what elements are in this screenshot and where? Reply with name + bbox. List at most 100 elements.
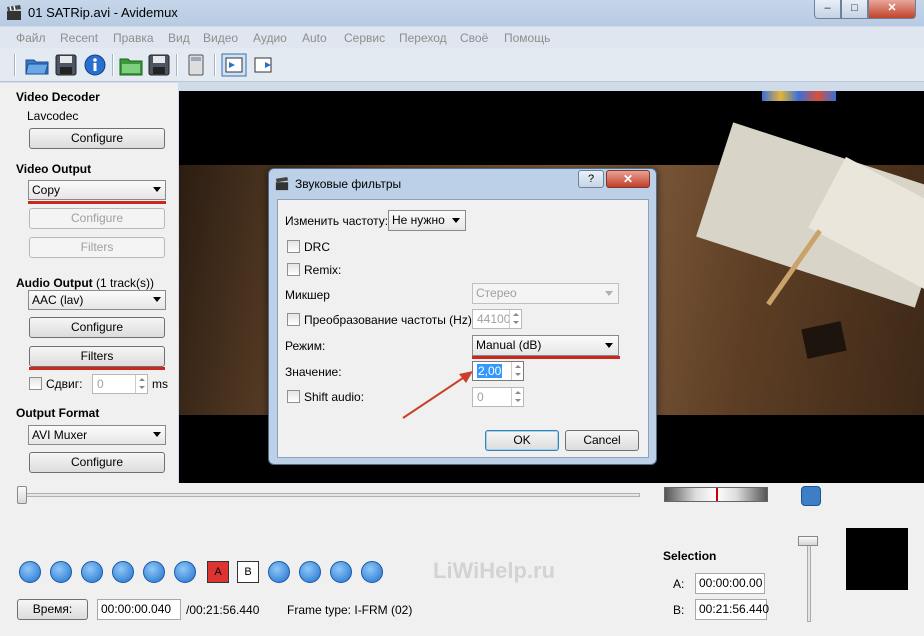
spin-down-icon[interactable] — [509, 319, 521, 328]
previous-frame-button[interactable] — [81, 561, 103, 583]
decoder-name: Lavcodec — [27, 109, 79, 123]
freq-conv-checkbox[interactable] — [287, 313, 300, 326]
time-button[interactable]: Время: — [17, 599, 88, 620]
resample-label: Изменить частоту: — [285, 214, 389, 228]
mixer-value: Стерео — [476, 286, 517, 300]
menu-go[interactable]: Переход — [399, 31, 447, 45]
save-icon[interactable] — [53, 53, 79, 77]
dialog-help-button[interactable]: ? — [578, 170, 604, 188]
menu-recent[interactable]: Recent — [60, 31, 98, 45]
volume-slider-track[interactable] — [807, 540, 811, 622]
video-configure-button[interactable]: Configure — [29, 208, 165, 229]
play-button[interactable] — [19, 561, 41, 583]
set-marker-b-button[interactable]: B — [237, 561, 259, 583]
menu-audio[interactable]: Аудио — [253, 31, 287, 45]
spin-up-icon[interactable] — [511, 388, 523, 397]
highlight-underline — [472, 356, 620, 359]
minimize-button[interactable]: – — [814, 0, 841, 19]
calculator-icon[interactable] — [183, 53, 209, 77]
selection-title: Selection — [663, 549, 717, 563]
selection-b-field[interactable]: 00:21:56.440 — [695, 599, 769, 620]
shift-unit: ms — [152, 377, 168, 391]
total-time: /00:21:56.440 — [186, 603, 260, 617]
audio-filters-button[interactable]: Filters — [29, 346, 165, 367]
mode-select[interactable]: Manual (dB) — [472, 335, 619, 356]
volume-icon[interactable] — [801, 486, 821, 506]
value-spinbox[interactable]: 2,00 — [472, 361, 524, 381]
chevron-down-icon — [452, 218, 460, 223]
audio-output-select[interactable]: AAC (lav) — [28, 290, 166, 310]
format-configure-button[interactable]: Configure — [29, 452, 165, 473]
output-format-title: Output Format — [16, 406, 100, 420]
spin-up-icon[interactable] — [511, 362, 523, 371]
shift-spinbox[interactable]: 0 — [92, 374, 148, 394]
video-filters-button[interactable]: Filters — [29, 237, 165, 258]
cancel-button[interactable]: Cancel — [565, 430, 639, 451]
open-green-folder-icon[interactable] — [118, 53, 144, 77]
spin-down-icon[interactable] — [511, 371, 523, 380]
previous-keyframe-button[interactable] — [143, 561, 165, 583]
mode-label: Режим: — [285, 339, 326, 353]
audio-output-title-text: Audio Output — [16, 276, 93, 290]
input-mode-icon[interactable] — [221, 53, 247, 77]
info-icon[interactable] — [82, 53, 108, 77]
set-marker-a-button[interactable]: A — [207, 561, 229, 583]
menu-help[interactable]: Помощь — [504, 31, 550, 45]
decoder-configure-button[interactable]: Configure — [29, 128, 165, 149]
spin-up-icon[interactable] — [135, 375, 147, 384]
freq-conv-spinbox[interactable]: 44100 — [472, 309, 522, 329]
output-mode-icon[interactable] — [251, 53, 277, 77]
sharpener-shape — [801, 321, 847, 359]
shift-checkbox[interactable] — [29, 377, 42, 390]
maximize-button[interactable]: □ — [841, 0, 868, 19]
timeline-thumb[interactable] — [17, 486, 27, 504]
audio-filters-dialog: Звуковые фильтры ? ✕ Изменить частоту: Н… — [268, 168, 657, 465]
menu-custom[interactable]: Своё — [460, 31, 488, 45]
left-panel: Video Decoder Lavcodec Configure Video O… — [0, 83, 178, 483]
close-button[interactable]: ✕ — [868, 0, 916, 19]
shift-audio-checkbox[interactable] — [287, 390, 300, 403]
output-format-select[interactable]: AVI Muxer — [28, 425, 166, 445]
current-time-field[interactable]: 00:00:00.040 — [97, 599, 181, 620]
title-bar: 01 SATRip.avi - Avidemux – □ ✕ — [0, 0, 924, 26]
timeline-track[interactable] — [24, 493, 640, 497]
selection-a-field[interactable]: 00:00:00.00 — [695, 573, 765, 594]
video-output-select[interactable]: Copy — [28, 180, 166, 200]
spin-down-icon[interactable] — [511, 397, 523, 406]
shift-label: Сдвиг: — [46, 377, 83, 391]
spin-up-icon[interactable] — [509, 310, 521, 319]
dialog-close-button[interactable]: ✕ — [606, 170, 650, 188]
mixer-select[interactable]: Стерео — [472, 283, 619, 304]
mixer-label: Микшер — [285, 288, 330, 302]
goto-marker-a-button[interactable] — [268, 561, 290, 583]
volume-slider-thumb[interactable] — [798, 536, 818, 546]
menu-edit[interactable]: Правка — [113, 31, 154, 45]
mode-value: Manual (dB) — [476, 338, 542, 352]
output-format-value: AVI Muxer — [32, 428, 88, 442]
shift-audio-spinbox[interactable]: 0 — [472, 387, 524, 407]
last-frame-button[interactable] — [361, 561, 383, 583]
audio-configure-button[interactable]: Configure — [29, 317, 165, 338]
toolbar-separator — [214, 54, 216, 76]
remix-checkbox[interactable] — [287, 263, 300, 276]
menu-file[interactable]: Файл — [16, 31, 46, 45]
drc-checkbox[interactable] — [287, 240, 300, 253]
save-video-icon[interactable] — [146, 53, 172, 77]
spin-down-icon[interactable] — [135, 384, 147, 393]
goto-marker-b-button[interactable] — [299, 561, 321, 583]
menu-tools[interactable]: Сервис — [344, 31, 385, 45]
chevron-down-icon — [605, 291, 613, 296]
ok-button[interactable]: OK — [485, 430, 559, 451]
stop-button[interactable] — [50, 561, 72, 583]
next-keyframe-button[interactable] — [174, 561, 196, 583]
selection-b-label: B: — [673, 603, 685, 617]
value-label: Значение: — [285, 365, 342, 379]
menu-view[interactable]: Вид — [168, 31, 190, 45]
jog-shuttle[interactable] — [664, 487, 768, 502]
menu-video[interactable]: Видео — [203, 31, 238, 45]
open-folder-icon[interactable] — [24, 53, 50, 77]
menu-auto[interactable]: Auto — [302, 31, 327, 45]
first-frame-button[interactable] — [330, 561, 352, 583]
resample-select[interactable]: Не нужно — [388, 210, 466, 231]
next-frame-button[interactable] — [112, 561, 134, 583]
